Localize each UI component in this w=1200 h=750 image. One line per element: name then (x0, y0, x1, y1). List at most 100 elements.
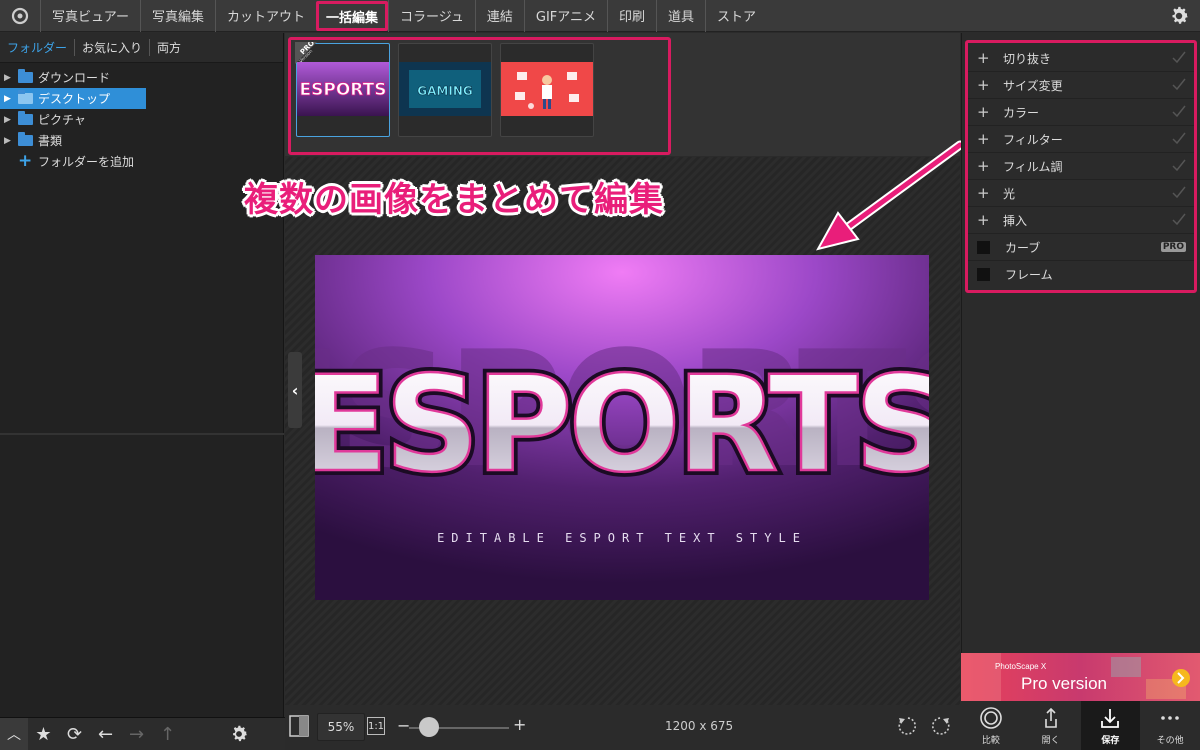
add-plus-icon[interactable]: + (977, 211, 1003, 229)
up-arrow-icon[interactable]: ↑ (152, 718, 183, 750)
frame-checkbox[interactable] (977, 268, 990, 281)
zoom-out-button[interactable]: − (397, 716, 410, 735)
edit-item-filter[interactable]: + フィルター (968, 126, 1194, 153)
menu-photo-viewer[interactable]: 写真ビュアー (40, 0, 140, 32)
check-icon (1172, 78, 1186, 91)
menu-combine[interactable]: 連結 (474, 0, 524, 32)
zoom-slider-handle[interactable] (419, 717, 439, 737)
tree-item-pictures[interactable]: ▶ ピクチャ (0, 109, 283, 130)
tab-folders[interactable]: フォルダー (0, 39, 76, 56)
compare-button[interactable]: 比較 (961, 701, 1021, 750)
thumbnail-illustration[interactable] (500, 43, 594, 137)
edit-item-resize[interactable]: + サイズ変更 (968, 72, 1194, 99)
tree-item-desktop[interactable]: ▶ デスクトップ (0, 88, 146, 109)
rotate-right-icon[interactable] (930, 715, 952, 737)
pro-version-ad-banner[interactable]: PhotoScape X Pro version (961, 653, 1200, 701)
collapse-panel-chevron-icon[interactable]: ‹ (288, 352, 302, 428)
menu-photo-editor[interactable]: 写真編集 (139, 0, 215, 32)
download-icon (1101, 709, 1120, 728)
add-folder-label: フォルダーを追加 (38, 155, 135, 169)
ad-pro-text: Pro version (1021, 674, 1107, 693)
expand-triangle-icon[interactable]: ▶ (4, 94, 18, 104)
zoom-level-field[interactable]: 55% (317, 713, 365, 741)
add-plus-icon[interactable]: + (977, 130, 1003, 148)
edit-item-label: 挿入 (1003, 213, 1028, 228)
menu-collage[interactable]: コラージュ (388, 0, 475, 32)
back-arrow-icon[interactable]: ← (90, 718, 121, 750)
edit-item-film[interactable]: + フィルム調 (968, 153, 1194, 180)
check-icon (1172, 186, 1186, 199)
actual-size-button[interactable]: 1:1 (367, 717, 385, 735)
tree-item-label: ダウンロード (38, 71, 111, 85)
check-icon (1172, 159, 1186, 172)
add-plus-icon[interactable]: + (977, 49, 1003, 67)
add-plus-icon[interactable]: + (977, 103, 1003, 121)
curves-checkbox[interactable] (977, 240, 990, 254)
add-folder-item[interactable]: + フォルダーを追加 (0, 151, 283, 172)
bottom-left-toolbar: ︿ ★ ⟳ ← → ↑ (0, 717, 285, 750)
expand-triangle-icon[interactable]: ▶ (4, 73, 18, 83)
star-icon[interactable]: ★ (28, 718, 59, 750)
check-icon (1172, 132, 1186, 145)
thumbnail-image: GAMING (399, 62, 491, 116)
edit-options-list: + 切り抜き + サイズ変更 + カラー + フィルター + フィルム調 + 光 (968, 45, 1194, 288)
app-logo-icon[interactable] (0, 0, 40, 32)
thumbnail-title: ESPORTS (300, 80, 387, 100)
edit-item-label: 光 (1003, 186, 1016, 201)
save-button[interactable]: 保存 (1080, 701, 1141, 750)
save-label: 保存 (1101, 736, 1120, 746)
open-with-button[interactable]: 開く (1021, 701, 1081, 750)
expand-triangle-icon[interactable]: ▶ (4, 115, 18, 125)
rotate-left-icon[interactable] (896, 715, 918, 737)
menu-tools[interactable]: 道具 (656, 0, 705, 32)
thumbnail-image: ESPORTS (297, 62, 389, 116)
tree-item-label: ピクチャ (38, 113, 86, 127)
thumbnail-esports[interactable]: PRO Version ESPORTS (295, 42, 390, 137)
tree-item-downloads[interactable]: ▶ ダウンロード (0, 67, 283, 88)
menu-batch-edit[interactable]: 一括編集 (316, 1, 389, 31)
tab-both[interactable]: 両方 (150, 39, 188, 56)
edit-item-label: フィルター (1003, 132, 1063, 147)
more-label: その他 (1156, 736, 1184, 746)
thumbnail-title: GAMING (417, 84, 472, 98)
bottom-center-toolbar: 55% 1:1 − + 1200 x 675 (285, 705, 960, 750)
compare-label: 比較 (981, 736, 1000, 746)
add-plus-icon[interactable]: + (977, 76, 1003, 94)
share-icon (1044, 707, 1057, 728)
edit-item-label: カラー (1003, 105, 1040, 120)
edit-item-light[interactable]: + 光 (968, 180, 1194, 207)
folder-icon (18, 69, 33, 83)
add-plus-icon[interactable]: + (977, 157, 1003, 175)
zoom-in-button[interactable]: + (513, 715, 526, 734)
chevron-up-icon[interactable]: ︿ (0, 717, 28, 750)
add-plus-icon[interactable]: + (977, 184, 1003, 202)
thumbnail-gaming[interactable]: GAMING (398, 43, 492, 137)
tab-favorites[interactable]: お気に入り (75, 39, 151, 56)
edit-item-curves[interactable]: カーブ PRO (968, 234, 1194, 261)
edit-item-insert[interactable]: + 挿入 (968, 207, 1194, 234)
tree-item-documents[interactable]: ▶ 書類 (0, 130, 283, 151)
edit-item-label: フィルム調 (1003, 159, 1063, 174)
annotation-caption: 複数の画像をまとめて編集 (244, 180, 664, 220)
settings-gear-icon[interactable] (1168, 5, 1190, 27)
sidebar-splitter[interactable] (0, 433, 284, 435)
top-menu-bar: 写真ビュアー 写真編集 カットアウト 一括編集 コラージュ 連結 GIFアニメ … (0, 0, 1200, 32)
edit-item-label: カーブ (1005, 240, 1041, 255)
edit-item-crop[interactable]: + 切り抜き (968, 45, 1194, 72)
sidebar-settings-gear-icon[interactable] (223, 718, 254, 750)
edit-item-frame[interactable]: フレーム (968, 261, 1194, 288)
menu-print[interactable]: 印刷 (607, 0, 656, 32)
compare-split-icon[interactable] (289, 715, 309, 737)
expand-triangle-icon[interactable]: ▶ (4, 136, 18, 146)
forward-arrow-icon[interactable]: → (121, 718, 152, 750)
menu-cutout[interactable]: カットアウト (214, 0, 316, 32)
more-button[interactable]: その他 (1140, 701, 1200, 750)
thumbnail-image (501, 62, 593, 116)
bottom-right-toolbar: 比較 開く 保存 その他 (961, 701, 1200, 750)
menu-store[interactable]: ストア (705, 0, 767, 32)
refresh-icon[interactable]: ⟳ (59, 718, 90, 750)
pro-badge: PRO (1160, 242, 1186, 252)
menu-gif[interactable]: GIFアニメ (523, 0, 607, 32)
main-title-outline: ESPORTS (315, 348, 929, 502)
edit-item-color[interactable]: + カラー (968, 99, 1194, 126)
